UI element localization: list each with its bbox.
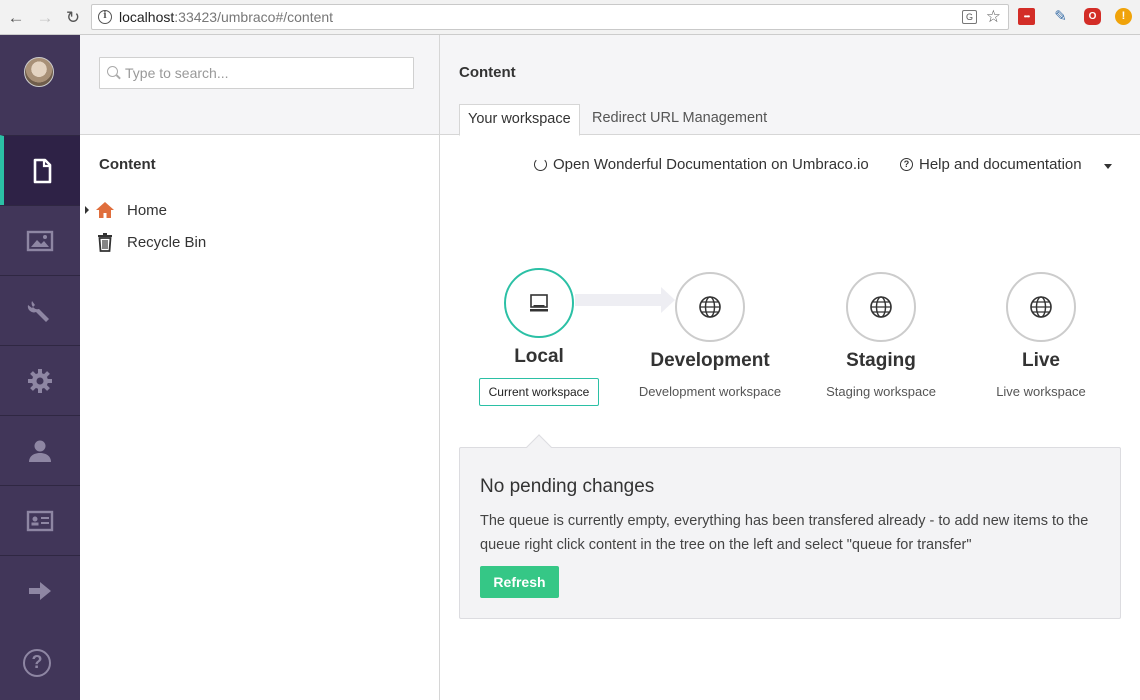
caret-spacer [85,238,89,246]
user-icon [29,440,51,462]
url-text[interactable]: localhost:33423/umbraco#/content [119,9,333,25]
documentation-link-label: Open Wonderful Documentation on Umbraco.… [553,156,869,173]
lastpass-icon[interactable]: ••• [1018,8,1035,25]
globe-icon [1030,296,1052,318]
avatar[interactable] [24,57,54,87]
warning-icon[interactable]: ! [1115,8,1132,25]
help-icon[interactable]: ? [23,649,51,677]
help-link-label: Help and documentation [919,156,1082,173]
current-workspace-badge: Current workspace [479,378,599,406]
page-title: Content [459,64,516,81]
tab-redirect-url-management[interactable]: Redirect URL Management [584,104,775,135]
tree-item-label: Home [127,201,168,219]
content-icon [33,158,52,183]
laptop-icon [530,294,548,312]
tree-header [80,35,439,135]
arrow-right-icon [29,581,51,600]
adblock-icon[interactable]: O [1084,8,1101,25]
tree-item-label: Recycle Bin [127,233,207,251]
local-environment-circle[interactable] [504,268,574,338]
settings-section[interactable] [0,345,80,415]
environment-name-development: Development [650,350,770,371]
eyedropper-icon[interactable]: ✎ [1052,8,1069,25]
search-box[interactable] [99,57,414,89]
question-circle-icon: ? [900,158,913,171]
live-environment-circle[interactable] [1006,272,1076,342]
users-section[interactable] [0,415,80,485]
content-section[interactable] [0,135,80,205]
forward-icon[interactable]: → [34,6,56,28]
media-icon [26,230,54,251]
content-tree-panel: Content Home Recycle Bin [80,35,440,700]
environment-sub-staging: Staging workspace [826,384,936,399]
tree-title: Content [99,156,156,173]
tree-item-recycle-bin[interactable]: Recycle Bin [85,229,206,255]
deploy-section[interactable] [0,555,80,625]
trash-icon [95,232,115,252]
environment-sub-development: Development workspace [638,384,782,399]
tab-your-workspace[interactable]: Your workspace [459,104,580,136]
home-icon [95,200,115,220]
search-input[interactable] [125,63,405,83]
globe-icon [699,296,721,318]
back-icon[interactable]: ← [5,6,27,28]
address-bar[interactable]: i localhost:33423/umbraco#/content G ☆ [91,4,1009,30]
search-icon [107,66,118,77]
environment-name-local: Local [514,346,564,367]
translate-icon[interactable]: G [962,10,977,24]
documentation-link[interactable]: Open Wonderful Documentation on Umbraco.… [534,156,869,173]
wrench-icon [27,300,49,322]
environment-name-staging: Staging [846,350,916,371]
reload-icon[interactable]: ↻ [62,6,84,28]
globe-icon [870,296,892,318]
developer-section[interactable] [0,275,80,345]
media-section[interactable] [0,205,80,275]
environment-sub-live: Live workspace [996,384,1086,399]
chevron-down-icon[interactable] [1104,164,1112,169]
main-header: Content Your workspace Redirect URL Mana… [440,35,1140,136]
members-section[interactable] [0,485,80,555]
tree-item-home[interactable]: Home [85,197,167,223]
section-rail: ? [0,35,80,700]
transfer-arrow-icon [575,287,675,313]
expand-caret-icon[interactable] [85,206,89,214]
docs-circle-icon [534,158,547,171]
url-host: localhost [119,9,175,25]
environment-name-live: Live [1021,350,1061,371]
bookmark-star-icon[interactable]: ☆ [986,7,1001,27]
help-link[interactable]: ? Help and documentation [900,156,1082,173]
browser-toolbar: ← → ↻ i localhost:33423/umbraco#/content… [0,0,1140,35]
gear-icon [28,368,52,393]
refresh-button[interactable]: Refresh [480,566,559,598]
pending-changes-panel: No pending changes The queue is currentl… [459,447,1121,619]
url-path: :33423/umbraco#/content [174,9,334,25]
development-environment-circle[interactable] [675,272,745,342]
id-card-icon [26,510,54,531]
pending-title: No pending changes [480,476,655,497]
staging-environment-circle[interactable] [846,272,916,342]
pending-description: The queue is currently empty, everything… [480,513,1089,553]
info-icon[interactable]: i [98,10,112,24]
